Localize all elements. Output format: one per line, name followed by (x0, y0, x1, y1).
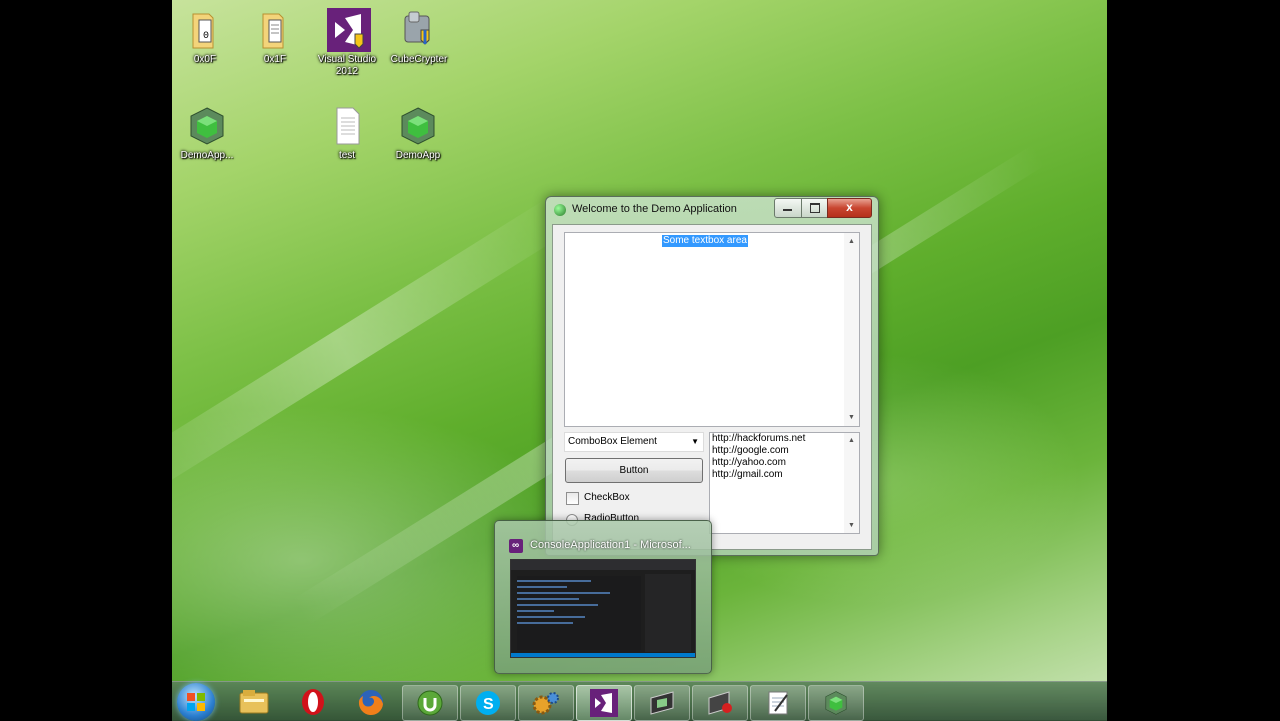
taskbar-item-opera[interactable] (286, 685, 340, 719)
taskbar-item-terminal[interactable] (634, 685, 690, 721)
svg-text:0: 0 (203, 31, 209, 42)
taskbar-item-utorrent[interactable] (402, 685, 458, 721)
app-icon (554, 204, 566, 216)
green-cube-icon (825, 691, 847, 715)
scroll-down-arrow-icon[interactable]: ▼ (848, 414, 855, 421)
preview-window-thumbnail[interactable] (510, 559, 696, 658)
window-title: Welcome to the Demo Application (572, 203, 737, 215)
folder-icon: 0 (185, 8, 225, 52)
opera-icon (302, 689, 324, 715)
close-button[interactable]: x (827, 198, 872, 218)
recorder-icon (708, 691, 732, 715)
listbox-scrollbar[interactable]: ▲ ▼ (844, 433, 859, 533)
list-item[interactable]: http://gmail.com (710, 469, 859, 481)
textbox-selected-text: Some textbox area (662, 235, 748, 247)
checkbox-label[interactable]: CheckBox (584, 492, 630, 503)
combobox-value: ComboBox Element (568, 436, 657, 447)
minimize-button[interactable] (774, 198, 802, 218)
taskbar-item-explorer[interactable] (227, 685, 281, 719)
svg-text:S: S (483, 696, 494, 713)
green-cube-icon (187, 104, 227, 148)
chevron-down-icon[interactable]: ▼ (691, 437, 699, 446)
gears-icon (532, 692, 559, 715)
desktop-icon-label: 0x1F (263, 54, 287, 65)
skype-icon: S (476, 691, 500, 715)
scroll-up-arrow-icon[interactable]: ▲ (848, 238, 855, 245)
thumbnail-statusbar (511, 653, 695, 657)
textbox-scrollbar[interactable]: ▲ ▼ (844, 233, 859, 426)
maximize-button[interactable] (801, 198, 828, 218)
scroll-down-arrow-icon[interactable]: ▼ (848, 522, 855, 529)
desktop-icon-cubecrypter[interactable]: CubeCrypter (384, 8, 454, 66)
window-client-area: Some textbox area ▲ ▼ ComboBox Element ▼… (552, 224, 872, 550)
close-icon: x (846, 200, 853, 214)
text-file-icon (327, 104, 367, 148)
multiline-textbox[interactable]: Some textbox area ▲ ▼ (564, 232, 860, 427)
desktop-icon-label: test (338, 150, 356, 161)
taskbar-item-notepad[interactable] (750, 685, 806, 721)
desktop-icon-demoapp-shortcut[interactable]: DemoApp... (172, 104, 242, 162)
desktop-icon-label: CubeCrypter (390, 54, 448, 65)
taskbar-item-recorder[interactable] (692, 685, 748, 721)
preview-title: ConsoleApplication1 - Microsof... (530, 539, 691, 551)
start-button[interactable] (177, 683, 215, 721)
maximize-icon (810, 203, 820, 213)
visual-studio-icon (327, 8, 371, 52)
desktop-icon-test[interactable]: test (312, 104, 382, 162)
desktop-icon-demoapp[interactable]: DemoApp (383, 104, 453, 162)
firefox-icon (358, 690, 383, 716)
windows-logo-icon (187, 693, 205, 711)
desktop: 0 0x0F 0x1F Visual Studio 2012 CubeCrypt… (172, 0, 1107, 720)
taskbar: S (172, 681, 1107, 721)
thumbnail-menubar (511, 560, 695, 570)
desktop-icon-label: DemoApp... (180, 150, 234, 161)
taskbar-item-demoapp[interactable] (808, 685, 864, 721)
taskbar-item-skype[interactable]: S (460, 685, 516, 721)
folder-icon (255, 8, 295, 52)
wallpaper-streak (172, 194, 575, 504)
desktop-icon-label: Visual Studio 2012 (317, 54, 377, 77)
desktop-icon-label: 0x0F (193, 54, 217, 65)
thumbnail-solution-explorer (645, 574, 691, 652)
taskbar-thumbnail-preview[interactable]: ∞ ConsoleApplication1 - Microsof... (494, 520, 712, 674)
desktop-icon-label: DemoApp (395, 150, 441, 161)
taskbar-item-gears[interactable] (518, 685, 574, 721)
window-titlebar[interactable]: Welcome to the Demo Application x (546, 197, 878, 223)
combobox[interactable]: ComboBox Element ▼ (564, 432, 704, 452)
desktop-icon-0x0f[interactable]: 0 0x0F (172, 8, 240, 66)
visual-studio-icon: ∞ (509, 539, 523, 553)
windows-explorer-icon (239, 690, 269, 714)
cubecrypter-icon (399, 8, 439, 52)
list-item[interactable]: http://google.com (710, 445, 859, 457)
taskbar-item-firefox[interactable] (344, 685, 398, 719)
scroll-up-arrow-icon[interactable]: ▲ (848, 437, 855, 444)
list-item[interactable]: http://yahoo.com (710, 457, 859, 469)
utorrent-icon (417, 690, 443, 716)
taskbar-item-visual-studio[interactable] (576, 685, 632, 721)
terminal-icon (650, 691, 674, 715)
green-cube-icon (398, 104, 438, 148)
visual-studio-icon (590, 689, 618, 717)
minimize-icon (783, 209, 792, 211)
notepad-icon (768, 691, 788, 715)
thumbnail-code-editor (517, 576, 641, 650)
demo-app-window: Welcome to the Demo Application x Some t… (545, 196, 879, 556)
desktop-icon-visual-studio[interactable]: Visual Studio 2012 (312, 8, 382, 78)
list-item[interactable]: http://hackforums.net (710, 433, 859, 445)
desktop-icon-0x1f[interactable]: 0x1F (240, 8, 310, 66)
button[interactable]: Button (565, 458, 703, 483)
checkbox[interactable] (566, 492, 579, 505)
listbox[interactable]: http://hackforums.net http://google.com … (709, 432, 860, 534)
